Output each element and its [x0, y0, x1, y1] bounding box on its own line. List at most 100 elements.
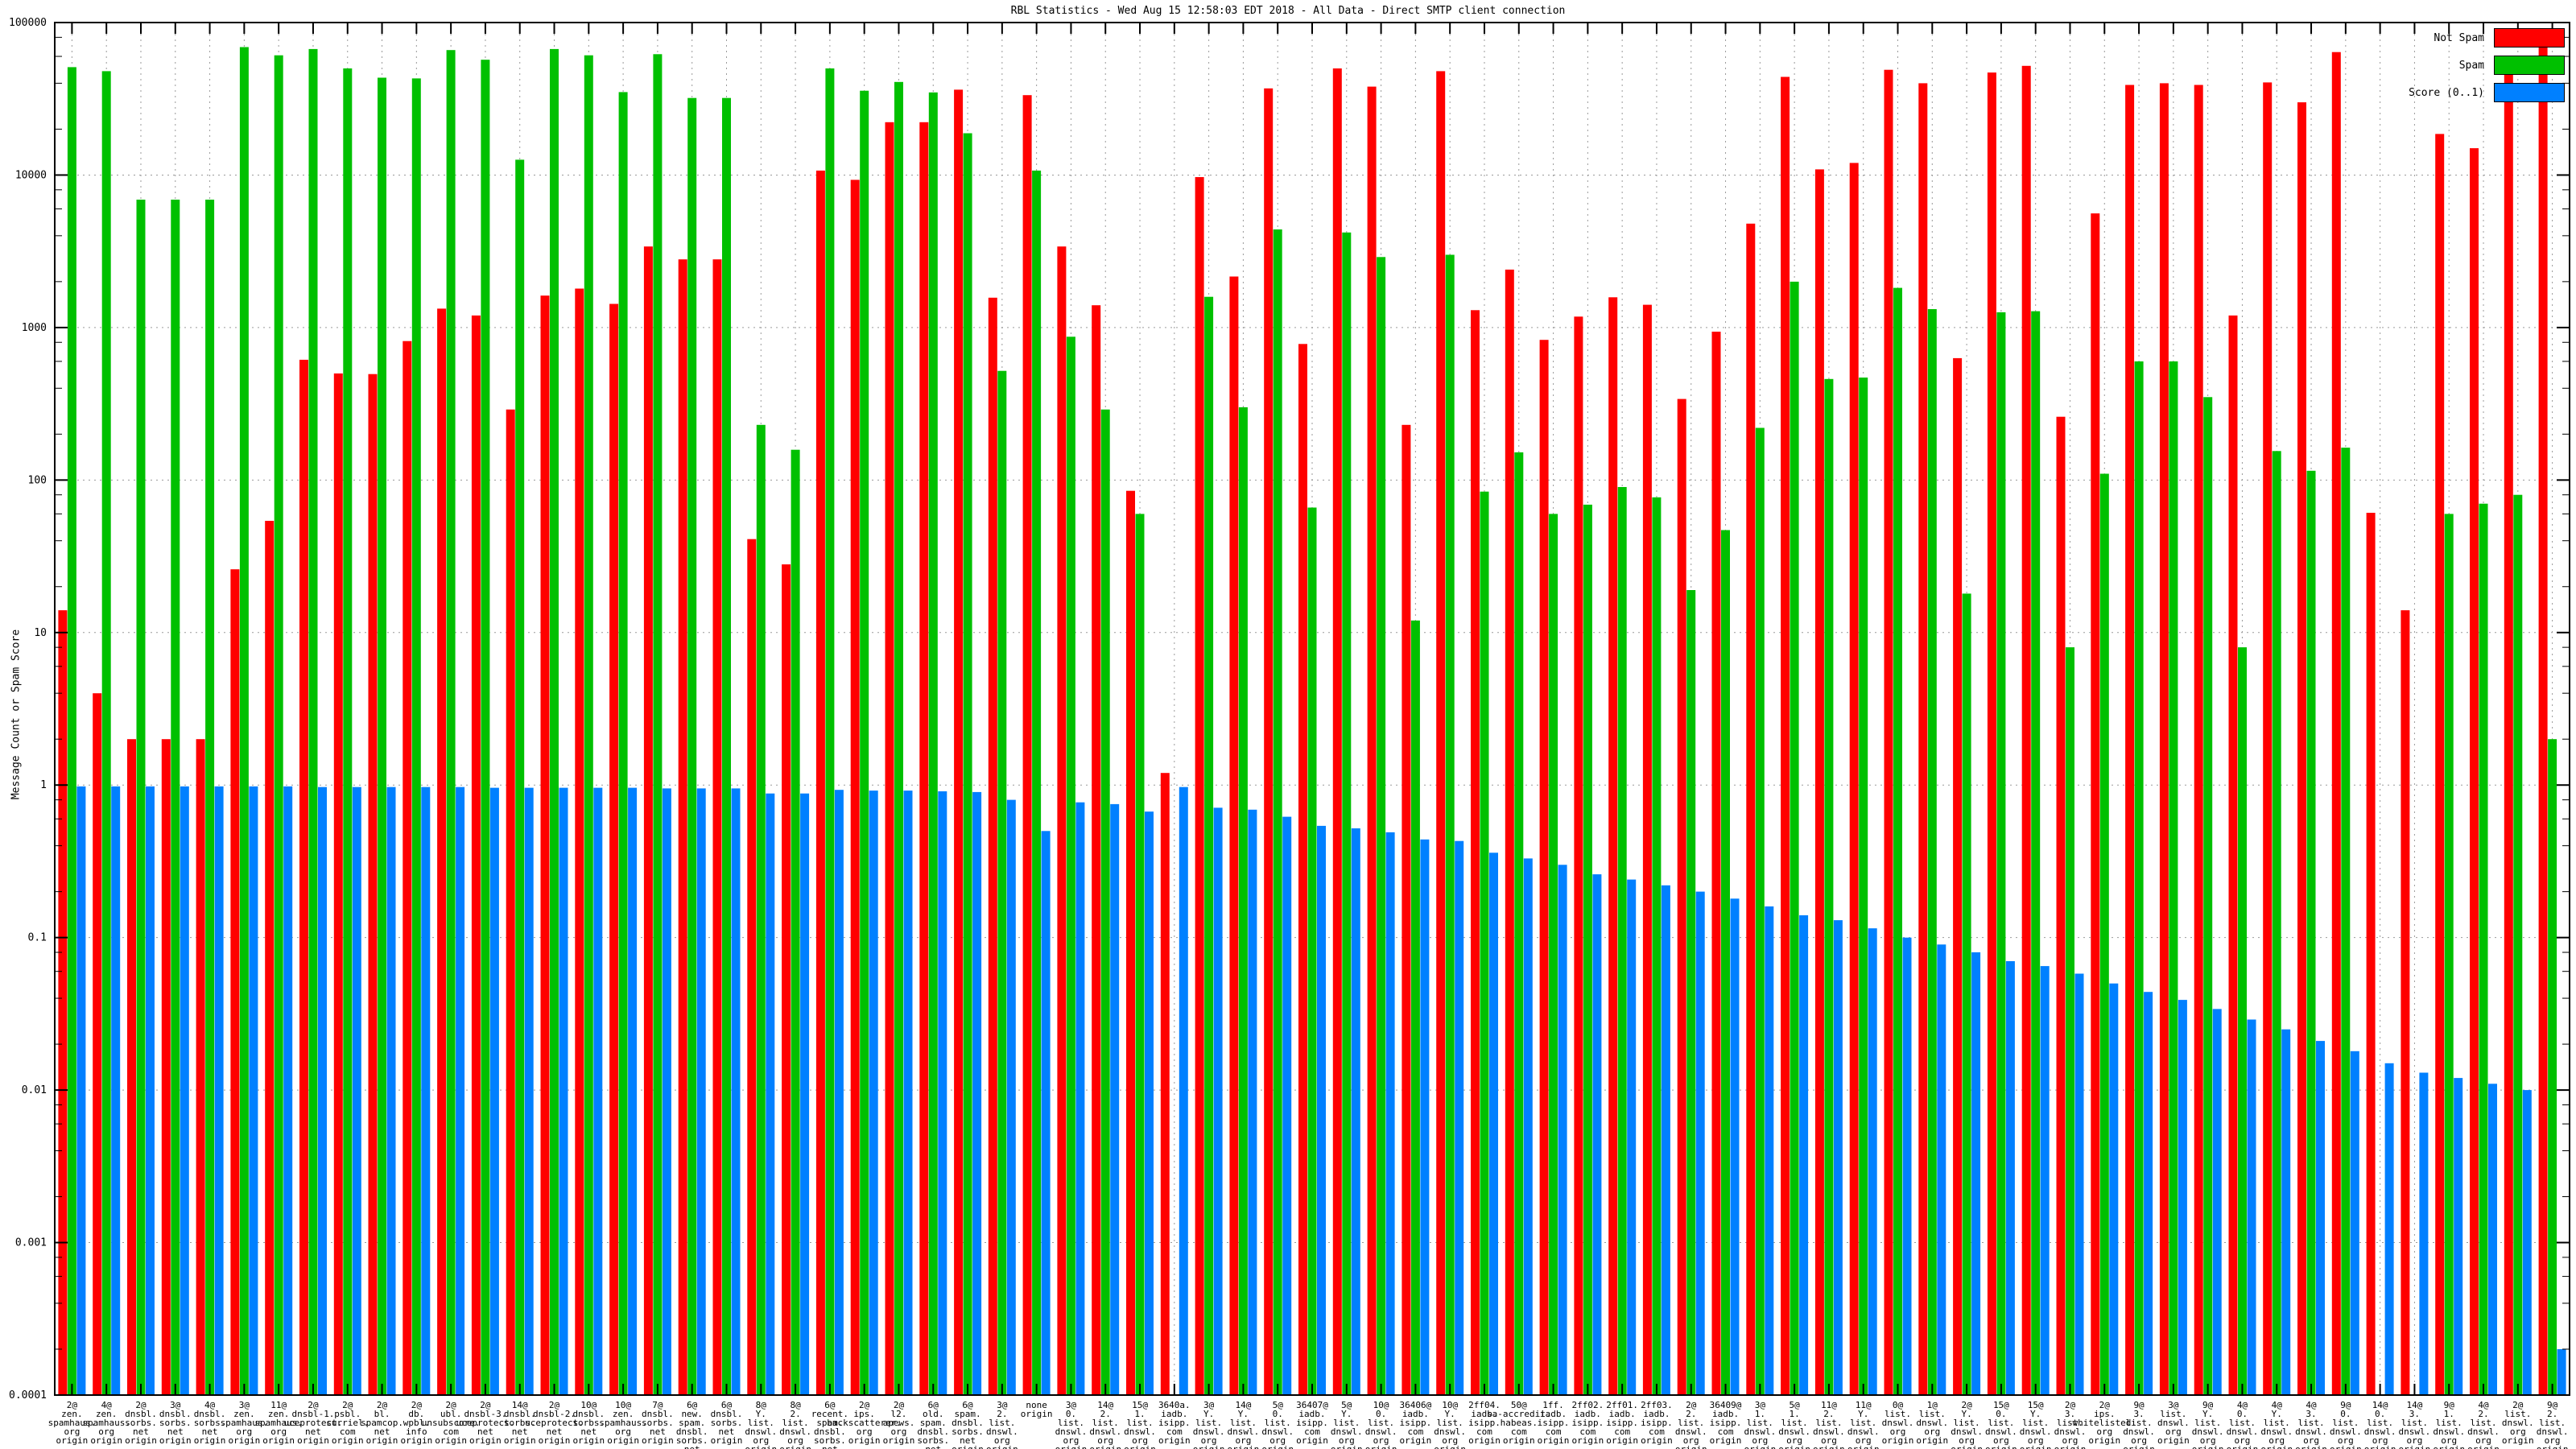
y-tick-label: 0.01 — [22, 1084, 47, 1096]
bar — [559, 788, 568, 1395]
legend-swatch — [2494, 28, 2565, 47]
x-category-label: 3@1.list.dnswl.orgorigin — [1744, 1400, 1776, 1449]
bar — [1204, 297, 1213, 1395]
bar — [782, 564, 791, 1395]
bar — [1264, 89, 1273, 1395]
bar — [757, 425, 766, 1395]
bar — [2513, 495, 2522, 1395]
bar — [2109, 984, 2118, 1395]
bar — [1712, 332, 1721, 1395]
bar — [2194, 85, 2203, 1396]
bar — [283, 786, 292, 1395]
bar — [1179, 787, 1188, 1395]
bar — [687, 98, 696, 1395]
bar — [387, 787, 396, 1395]
x-category-label: 36406@iadb.isipp.comorigin — [1400, 1400, 1432, 1446]
bar — [1455, 841, 1463, 1395]
bar — [938, 791, 947, 1395]
x-category-label: 9@2.list.dnswl.orgorigin — [2537, 1400, 2569, 1449]
bar — [412, 78, 421, 1395]
bar — [644, 246, 653, 1395]
x-category-label: 3@0.list.dnswl.orgorigin — [1055, 1400, 1088, 1449]
bar — [1627, 880, 1636, 1395]
bar — [1988, 72, 1996, 1395]
bar — [619, 92, 628, 1395]
bar — [1574, 316, 1583, 1395]
x-category-label: 6@old.spam.dnsbl.sorbs.netorigin — [917, 1400, 949, 1449]
bar — [2125, 85, 2134, 1396]
bar — [2263, 82, 2272, 1395]
bar — [1678, 399, 1686, 1395]
x-category-label: 2@Y.list.dnswl.orgorigin — [1951, 1400, 1983, 1449]
bar — [1893, 288, 1902, 1395]
x-category-label: 4@3.list.dnswl.orgorigin — [2295, 1400, 2327, 1449]
bar — [1126, 491, 1135, 1395]
bar — [1110, 804, 1119, 1395]
bar — [334, 374, 343, 1395]
bar — [541, 295, 550, 1395]
x-category-label: 4@Y.list.dnswl.orgorigin — [2260, 1400, 2293, 1449]
bar — [2238, 647, 2247, 1395]
bar — [1239, 407, 1248, 1395]
x-category-label: 10@Y.list.dnswl.orgorigin — [1434, 1400, 1466, 1449]
bar — [2135, 361, 2144, 1395]
bar — [2057, 417, 2066, 1395]
x-category-label: 2@list.dnswl.orgorigin — [2502, 1400, 2534, 1446]
bar — [1756, 428, 1765, 1396]
plot-area: 1000001000010001001010.10.010.0010.00012… — [0, 0, 2576, 1449]
legend-label: Spam — [2459, 60, 2484, 72]
bar — [1746, 224, 1755, 1395]
bar — [2213, 1009, 2222, 1395]
bar — [791, 450, 800, 1395]
x-axis-labels: 2@zen.spamhaus.orgorigin4@zen.spamhaus.o… — [48, 1400, 2569, 1449]
bar — [1274, 229, 1282, 1395]
bar — [1643, 305, 1652, 1395]
bar — [1471, 310, 1480, 1395]
bar — [1652, 497, 1661, 1395]
bar — [929, 93, 938, 1395]
bar — [593, 788, 602, 1395]
x-category-label: 6@spam.dnsbl.sorbs.netorigin — [952, 1400, 984, 1449]
x-category-label: 1@list.dnswl.orgorigin — [1916, 1400, 1948, 1446]
bar — [318, 787, 327, 1395]
bar — [1023, 95, 1032, 1395]
x-category-label: 2ff03.iadb.isipp.comorigin — [1641, 1400, 1673, 1446]
bar — [964, 134, 972, 1396]
bar — [2273, 451, 2281, 1395]
y-tick-label: 0.001 — [15, 1237, 47, 1249]
bar — [215, 786, 224, 1395]
y-tick-label: 1 — [40, 779, 47, 791]
bar — [713, 259, 722, 1395]
y-axis-title: Message Count or Spam Score — [10, 578, 23, 852]
legend: Not SpamSpamScore (0..1) — [2409, 24, 2565, 106]
x-category-label: 15@1.list.dnswl.orgorigin — [1124, 1400, 1156, 1449]
bar — [472, 316, 481, 1395]
bar — [343, 68, 352, 1395]
bar — [353, 787, 361, 1395]
bar — [1489, 852, 1498, 1395]
bar — [421, 787, 430, 1395]
bar — [275, 56, 283, 1395]
bar — [2385, 1063, 2394, 1395]
x-category-label: 9@Y.list.dnswl.orgorigin — [2192, 1400, 2224, 1449]
bar — [249, 786, 258, 1395]
legend-label: Not Spam — [2434, 32, 2484, 44]
x-category-label: 2ff04.iadb.isipp.comorigin — [1468, 1400, 1501, 1446]
bar — [196, 739, 205, 1395]
bar — [747, 539, 756, 1395]
x-category-label: 2ff01.iadb.isipp.comorigin — [1606, 1400, 1638, 1446]
bar — [869, 791, 878, 1395]
bar — [2307, 471, 2316, 1395]
bar — [402, 341, 411, 1395]
bar — [230, 569, 239, 1395]
bar — [1007, 800, 1016, 1395]
bar — [2100, 474, 2109, 1396]
x-category-label: 4@2.list.dnswl.orgorigin — [2467, 1400, 2500, 1449]
bar — [1937, 944, 1946, 1395]
bar — [240, 47, 249, 1396]
bar — [1903, 938, 1912, 1395]
bar — [825, 68, 834, 1395]
bar — [369, 374, 378, 1395]
bar — [1446, 255, 1455, 1396]
bar — [2445, 514, 2454, 1395]
